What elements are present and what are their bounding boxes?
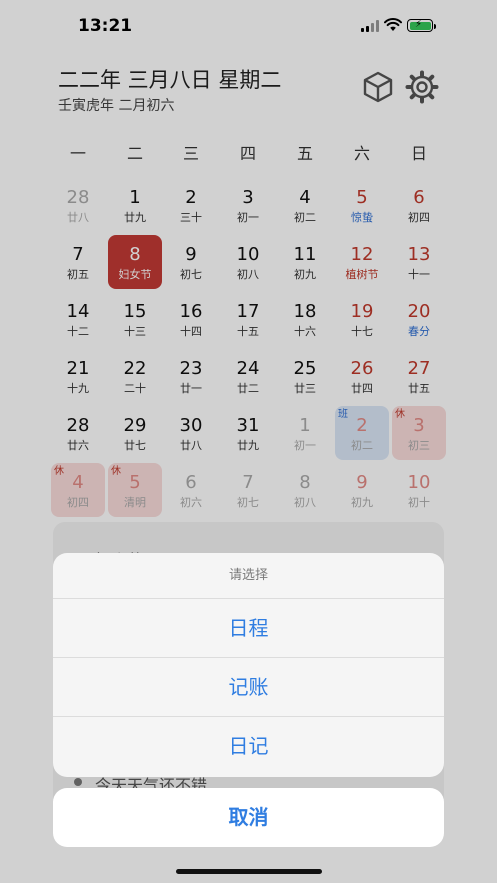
schedule-option-button[interactable]: 日程 (53, 599, 444, 658)
bookkeeping-option-button[interactable]: 记账 (53, 658, 444, 717)
calendar-screen: 13:21 ⚡ 二二年 三月八日 星期二 壬寅虎年 二月初六 一 二 三 四 五… (0, 0, 497, 883)
cancel-button[interactable]: 取消 (53, 788, 444, 847)
action-sheet: 请选择 日程 记账 日记 (53, 553, 444, 777)
diary-option-button[interactable]: 日记 (53, 717, 444, 776)
action-sheet-title: 请选择 (53, 553, 444, 599)
home-indicator (176, 869, 322, 874)
